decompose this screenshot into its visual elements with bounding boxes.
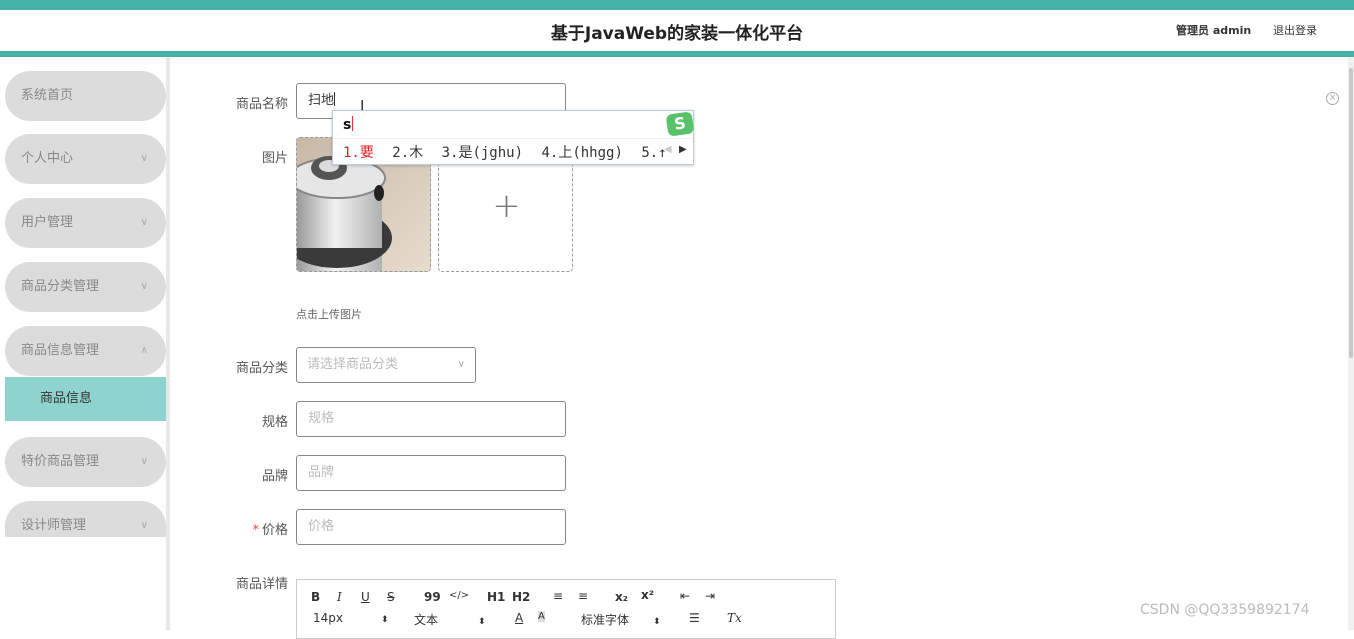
sidebar: 系统首页 个人中心 ∨ 用户管理 ∨ 商品分类管理 ∨ 商品信息管理 ∧ 商品信息 特价… bbox=[0, 57, 170, 630]
italic-button[interactable]: I bbox=[337, 590, 342, 604]
clear-format-button[interactable]: Tx bbox=[727, 611, 742, 625]
top-accent-bar bbox=[0, 0, 1354, 10]
admin-label: 管理员 admin bbox=[1176, 24, 1252, 37]
indent-button[interactable]: ⇥ bbox=[705, 589, 715, 603]
brand-label: 品牌 bbox=[261, 469, 288, 484]
chevron-down-icon: ∨ bbox=[140, 520, 148, 531]
ime-candidate[interactable]: 4.上(hhgg) bbox=[541, 145, 622, 161]
watermark: CSDN @QQ3359892174 bbox=[1140, 602, 1310, 618]
ime-candidate[interactable]: 1.要 bbox=[343, 145, 374, 161]
detail-label: 商品详情 bbox=[235, 577, 288, 592]
bullet-list-button[interactable]: ≡ bbox=[578, 589, 588, 603]
product-name-value: 扫地 bbox=[308, 93, 335, 108]
scrollbar-thumb[interactable] bbox=[1349, 68, 1353, 358]
plus-icon: + bbox=[492, 186, 521, 226]
bold-button[interactable]: B bbox=[311, 590, 320, 604]
font-color-button[interactable]: A bbox=[515, 611, 523, 625]
sidebar-item-home[interactable]: 系统首页 bbox=[5, 71, 166, 121]
sidebar-item-special-offer-management[interactable]: 特价商品管理 ∨ bbox=[5, 437, 166, 487]
rich-text-editor[interactable]: B I U S 99 </> H1 H2 ≡ ≡ x₂ x² ⇤ ⇥ 14px ⬍… bbox=[296, 579, 836, 639]
chevron-down-icon: ∨ bbox=[140, 153, 148, 164]
ordered-list-button[interactable]: ≡ bbox=[553, 589, 563, 603]
font-family-select[interactable]: 标准字体 ⬍ bbox=[581, 611, 661, 628]
chevron-down-icon: ∨ bbox=[140, 281, 148, 292]
spec-label: 规格 bbox=[261, 415, 288, 430]
heading2-button[interactable]: H2 bbox=[512, 590, 530, 604]
page-title: 基于JavaWeb的家装一体化平台 bbox=[550, 24, 804, 44]
ime-prev-page-icon[interactable]: ◀ bbox=[664, 144, 672, 155]
category-select[interactable]: 请选择商品分类 ∨ bbox=[296, 347, 476, 383]
ime-candidate[interactable]: 3.是(jghu) bbox=[442, 145, 523, 161]
required-mark: * bbox=[252, 523, 259, 538]
sidebar-item-personal-center[interactable]: 个人中心 ∨ bbox=[5, 134, 166, 184]
ime-next-page-icon[interactable]: ▶ bbox=[679, 144, 687, 155]
close-icon[interactable]: × bbox=[1326, 92, 1339, 105]
sidebar-item-category-management[interactable]: 商品分类管理 ∨ bbox=[5, 262, 166, 312]
price-label: * 价格 bbox=[252, 523, 288, 538]
underline-button[interactable]: U bbox=[361, 590, 370, 604]
heading1-button[interactable]: H1 bbox=[487, 590, 505, 604]
image-label: 图片 bbox=[261, 151, 288, 166]
header: 基于JavaWeb的家装一体化平台 管理员 admin 退出登录 bbox=[0, 10, 1354, 51]
align-icon[interactable]: ☰ bbox=[689, 611, 700, 625]
sidebar-subitem-product-info[interactable]: 商品信息 bbox=[5, 377, 166, 421]
blockquote-button[interactable]: 99 bbox=[424, 590, 441, 604]
background-color-button[interactable]: A bbox=[538, 611, 545, 622]
upload-hint: 点击上传图片 bbox=[296, 308, 362, 321]
select-arrow-icon: ⬍ bbox=[478, 617, 486, 627]
sogou-logo-icon: S bbox=[665, 111, 695, 137]
spec-input[interactable]: 规格 bbox=[296, 401, 566, 437]
ime-candidate[interactable]: 2.木 bbox=[392, 145, 423, 161]
chevron-down-icon: ∨ bbox=[140, 217, 148, 228]
logout-link[interactable]: 退出登录 bbox=[1273, 22, 1317, 38]
brand-input[interactable]: 品牌 bbox=[296, 455, 566, 491]
sidebar-item-designer-management[interactable]: 设计师管理 ∨ bbox=[5, 501, 166, 537]
block-format-select[interactable]: 文本 ⬍ bbox=[414, 611, 486, 628]
code-block-button[interactable]: </> bbox=[449, 590, 469, 601]
sidebar-item-product-info-management[interactable]: 商品信息管理 ∧ bbox=[5, 326, 166, 376]
chevron-up-icon: ∧ bbox=[140, 345, 148, 356]
font-size-select[interactable]: 14px ⬍ bbox=[313, 611, 389, 625]
ime-candidate[interactable]: 5.↑ bbox=[641, 145, 666, 161]
header-accent-bar bbox=[0, 51, 1354, 57]
chevron-down-icon: ∨ bbox=[457, 359, 465, 370]
strikethrough-button[interactable]: S bbox=[387, 590, 395, 604]
price-input[interactable]: 价格 bbox=[296, 509, 566, 545]
ime-candidate-popup: s S 1.要 2.木 3.是(jghu) 4.上(hhgg) 5.↑ ◀ ▶ bbox=[332, 110, 695, 165]
name-label: 商品名称 bbox=[235, 97, 288, 112]
ime-candidate-list: 1.要 2.木 3.是(jghu) 4.上(hhgg) 5.↑ bbox=[343, 142, 677, 162]
select-arrow-icon: ⬍ bbox=[653, 617, 661, 627]
ime-composition: s bbox=[343, 116, 354, 133]
superscript-button[interactable]: x² bbox=[641, 588, 654, 602]
subscript-button[interactable]: x₂ bbox=[615, 590, 628, 604]
sidebar-item-user-management[interactable]: 用户管理 ∨ bbox=[5, 198, 166, 248]
category-label: 商品分类 bbox=[235, 361, 288, 376]
select-arrow-icon: ⬍ bbox=[381, 615, 389, 625]
chevron-down-icon: ∨ bbox=[140, 456, 148, 467]
outdent-button[interactable]: ⇤ bbox=[680, 589, 690, 603]
